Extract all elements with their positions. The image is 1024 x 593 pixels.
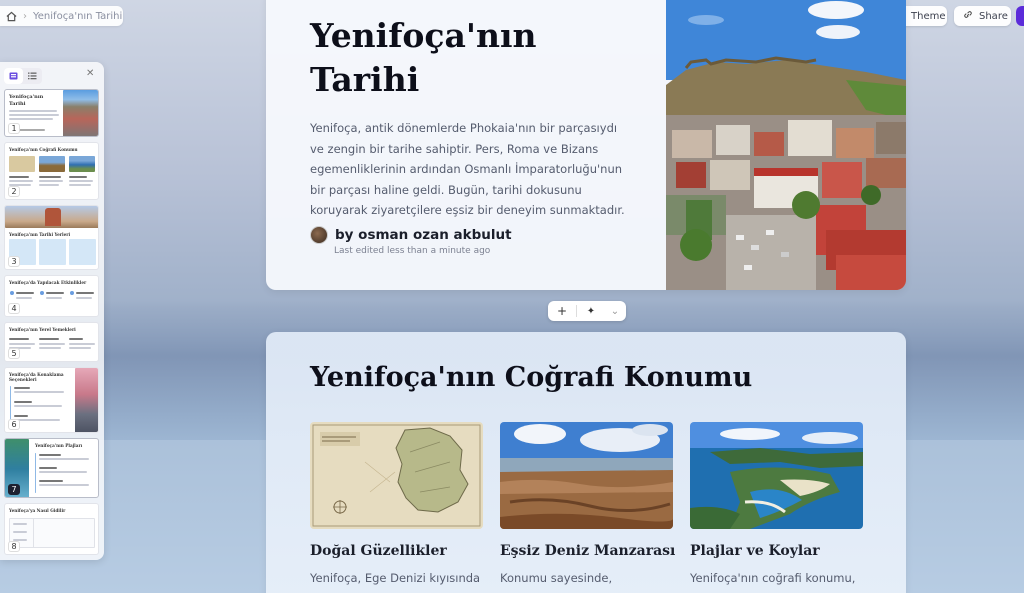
thumbnail-6[interactable]: Yenifoça'da Konaklama Seçenekleri 6	[4, 367, 99, 433]
thumbnail-5[interactable]: Yenifoça'nın Yerel Yemekleri 5	[4, 322, 99, 362]
feature-body[interactable]: Yenifoça'nın coğrafi konumu,	[690, 571, 863, 585]
home-icon[interactable]	[6, 11, 17, 22]
view-toggle	[4, 68, 42, 84]
thumbnail-1[interactable]: Yenifoça'nın Tarihi 1	[4, 89, 99, 137]
slide-2-card[interactable]: Yenifoça'nın Coğrafi Konumu Doğal Güzell…	[266, 332, 906, 593]
thumbnail-title: Yenifoça'nın Tarihi Yerleri	[9, 232, 71, 237]
breadcrumb[interactable]: › Yenifoça'nın Tarihi	[0, 6, 123, 26]
thumbnail-number: 1	[8, 123, 20, 134]
chevron-down-icon[interactable]: ⌄	[605, 301, 625, 321]
author-block: by osman ozan akbulut	[310, 226, 512, 244]
feature-column: Doğal Güzellikler Yenifoça, Ege Denizi k…	[310, 422, 483, 585]
thumbnail-title: Yenifoça'ya Nasıl Gidilir	[9, 508, 66, 513]
present-button[interactable]	[1016, 6, 1024, 26]
last-edited-text: Last edited less than a minute ago	[334, 246, 491, 256]
close-icon[interactable]: ✕	[86, 68, 94, 79]
add-card-button[interactable]: +	[548, 301, 576, 321]
thumbnail-number: 7	[8, 484, 20, 495]
thumbnail-4[interactable]: Yenifoça'da Yapılacak Etkinlikler 4	[4, 275, 99, 317]
insert-toolbar: + ✦ ⌄	[548, 301, 626, 321]
feature-body[interactable]: Yenifoça, Ege Denizi kıyısında	[310, 571, 483, 585]
chevron-right-icon: ›	[23, 10, 27, 22]
feature-body[interactable]: Konumu sayesinde,	[500, 571, 673, 585]
avatar	[310, 226, 328, 244]
slide-2-title[interactable]: Yenifoça'nın Coğrafi Konumu	[310, 362, 752, 393]
ai-sparkle-button[interactable]: ✦	[577, 301, 605, 321]
thumbnail-title: Yenifoça'nın Tarihi	[9, 94, 44, 107]
thumbnail-7[interactable]: Yenifoça'nın Plajları 7	[4, 438, 99, 498]
feature-title[interactable]: Eşsiz Deniz Manzarası	[500, 543, 675, 559]
link-icon	[962, 9, 974, 23]
list-view-tab[interactable]	[23, 68, 42, 84]
card-view-tab[interactable]	[4, 68, 23, 84]
thumbnail-title: Yenifoça'da Yapılacak Etkinlikler	[9, 280, 87, 285]
thumbnail-title: Yenifoça'da Konaklama Seçenekleri	[9, 372, 64, 383]
thumbnail-8[interactable]: Yenifoça'ya Nasıl Gidilir 8	[4, 503, 99, 555]
breadcrumb-current[interactable]: Yenifoça'nın Tarihi	[33, 11, 122, 22]
feature-column: Eşsiz Deniz Manzarası Konumu sayesinde,	[500, 422, 675, 585]
slide-1-body[interactable]: Yenifoça, antik dönemlerde Phokaia'nın b…	[310, 118, 630, 221]
thumbnail-title: Yenifoça'nın Yerel Yemekleri	[9, 327, 76, 332]
thumbnail-number: 4	[8, 303, 20, 314]
thumbnail-title: Yenifoça'nın Plajları	[35, 443, 83, 448]
thumbnail-title: Yenifoça'nın Coğrafi Konumu	[9, 147, 78, 152]
feature-title[interactable]: Doğal Güzellikler	[310, 543, 483, 559]
hero-image-town[interactable]	[666, 0, 906, 290]
share-label: Share	[979, 10, 1008, 22]
thumbnail-2[interactable]: Yenifoça'nın Coğrafi Konumu 2	[4, 142, 99, 200]
share-button[interactable]: Share	[954, 6, 1011, 26]
beach-image[interactable]	[690, 422, 863, 529]
slide-1-card[interactable]: Yenifoça'nın Tarihi Yenifoça, antik döne…	[266, 0, 906, 290]
feature-title[interactable]: Plajlar ve Koylar	[690, 543, 863, 559]
slide-thumbnail-panel: ✕ Yenifoça'nın Tarihi 1 Yenifoça'nın Coğ…	[0, 62, 104, 560]
thumbnail-number: 5	[8, 348, 20, 359]
thumbnail-3[interactable]: Yenifoça'nın Tarihi Yerleri 3	[4, 205, 99, 270]
sea-view-image[interactable]	[500, 422, 673, 529]
thumbnail-number: 2	[8, 186, 20, 197]
thumbnail-number: 8	[8, 541, 20, 552]
map-image[interactable]	[310, 422, 483, 529]
slide-1-title[interactable]: Yenifoça'nın Tarihi	[310, 14, 640, 102]
thumbnail-number: 6	[8, 419, 20, 430]
theme-label: Theme	[911, 10, 946, 22]
thumbnail-number: 3	[8, 256, 20, 267]
feature-column: Plajlar ve Koylar Yenifoça'nın coğrafi k…	[690, 422, 863, 585]
author-name: by osman ozan akbulut	[335, 227, 512, 243]
